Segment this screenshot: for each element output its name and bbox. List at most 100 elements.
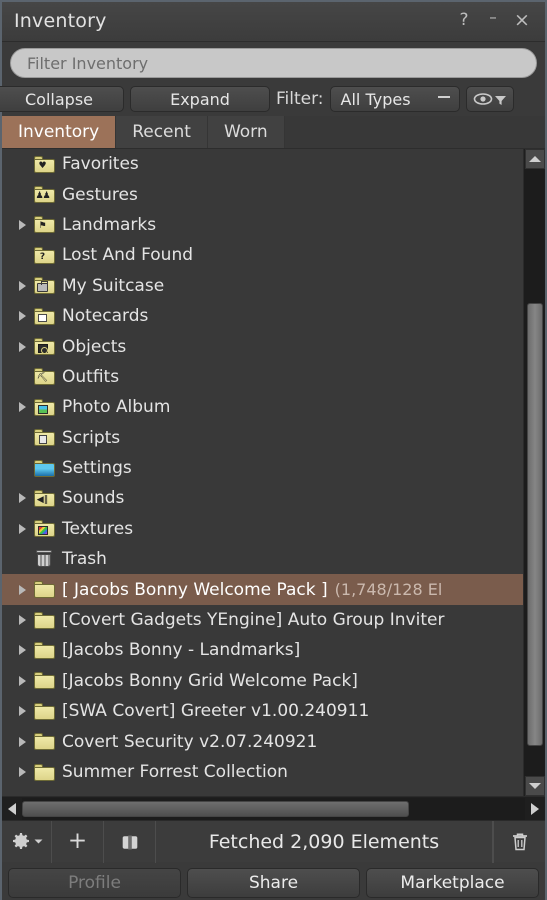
folder-favorites-icon: ♥ bbox=[34, 155, 55, 173]
folder-settings-icon bbox=[34, 459, 55, 477]
vertical-scroll-track[interactable] bbox=[523, 169, 545, 776]
expand-arrow-icon[interactable] bbox=[12, 736, 32, 747]
expand-arrow-icon[interactable] bbox=[12, 311, 32, 322]
scroll-right-button[interactable] bbox=[525, 798, 545, 820]
inventory-row[interactable]: [ Jacobs Bonny Welcome Pack ] (1,748/128 … bbox=[2, 574, 523, 605]
inventory-row[interactable]: Textures bbox=[2, 514, 523, 544]
inventory-row[interactable]: Scripts bbox=[2, 423, 523, 453]
help-icon[interactable]: ? bbox=[451, 7, 477, 33]
inventory-row[interactable]: Objects bbox=[2, 331, 523, 361]
eye-icon bbox=[473, 92, 493, 106]
script-glyph bbox=[37, 435, 48, 445]
folder-icon bbox=[34, 763, 55, 781]
filter-type-select[interactable]: All Types bbox=[329, 86, 460, 112]
folder-objects-icon bbox=[34, 338, 55, 356]
inventory-row[interactable]: Settings bbox=[2, 453, 523, 483]
horizontal-scrollbar[interactable] bbox=[2, 796, 545, 820]
folder-icon bbox=[34, 581, 55, 599]
inventory-row[interactable]: [Jacobs Bonny - Landmarks] bbox=[2, 635, 523, 665]
close-icon[interactable]: × bbox=[509, 7, 535, 33]
plus-icon: + bbox=[67, 828, 88, 854]
expand-arrow-icon[interactable] bbox=[12, 615, 32, 626]
expand-arrow-icon[interactable] bbox=[12, 767, 32, 777]
inventory-row[interactable]: [Jacobs Bonny Grid Welcome Pack] bbox=[2, 666, 523, 696]
expand-arrow-icon[interactable] bbox=[12, 402, 32, 413]
expand-arrow-icon[interactable] bbox=[12, 493, 32, 504]
vertical-scroll-thumb[interactable] bbox=[526, 302, 543, 746]
profile-button[interactable]: Profile bbox=[8, 868, 181, 898]
title-bar: Inventory ? – × bbox=[2, 2, 545, 42]
options-menu-button[interactable] bbox=[2, 820, 52, 863]
status-bar: + Fetched 2,090 Elements bbox=[2, 820, 545, 863]
folder-icon bbox=[34, 672, 55, 690]
marketplace-button[interactable]: Marketplace bbox=[366, 868, 539, 898]
delete-button[interactable] bbox=[493, 820, 545, 863]
search-row bbox=[2, 42, 545, 82]
inventory-row[interactable]: Photo Album bbox=[2, 392, 523, 422]
minimize-icon[interactable]: – bbox=[480, 7, 506, 33]
scroll-down-button[interactable] bbox=[524, 776, 545, 796]
share-button[interactable]: Share bbox=[187, 868, 360, 898]
inventory-row-label: Lost And Found bbox=[62, 245, 194, 266]
inventory-row[interactable]: Covert Security v2.07.240921 bbox=[2, 726, 523, 756]
inventory-row-label: Photo Album bbox=[62, 397, 171, 418]
expand-arrow-icon[interactable] bbox=[12, 645, 32, 656]
inventory-list-area: ♥ Favorites ♟♟ Gestures ⚑ Landmarks? Lost And … bbox=[2, 148, 545, 796]
expand-arrow-icon[interactable] bbox=[12, 280, 32, 291]
vertical-scrollbar[interactable] bbox=[523, 149, 545, 796]
expand-arrow-icon[interactable] bbox=[12, 523, 32, 534]
expand-arrow-icon[interactable] bbox=[12, 341, 32, 352]
inventory-row[interactable]: ♟♟ Gestures bbox=[2, 179, 523, 209]
horizontal-scroll-track[interactable] bbox=[22, 797, 525, 820]
inventory-row-label: Outfits bbox=[62, 366, 120, 387]
inventory-row[interactable]: ⚑ Landmarks bbox=[2, 210, 523, 240]
funnel-icon bbox=[494, 93, 507, 106]
trash-can-icon bbox=[34, 550, 55, 568]
inventory-row[interactable]: ◀‖ Sounds bbox=[2, 483, 523, 513]
collapse-button[interactable]: Collapse bbox=[0, 86, 124, 112]
add-item-button[interactable]: + bbox=[52, 820, 104, 863]
expand-arrow-icon[interactable] bbox=[12, 584, 32, 595]
folder-landmarks-icon: ⚑ bbox=[34, 216, 55, 234]
inventory-row[interactable]: ? Lost And Found bbox=[2, 240, 523, 270]
inventory-row[interactable]: ⛏ Outfits bbox=[2, 362, 523, 392]
expand-arrow-icon[interactable] bbox=[12, 675, 32, 686]
tab-bar: Inventory Recent Worn bbox=[2, 116, 545, 148]
inventory-row[interactable]: My Suitcase bbox=[2, 271, 523, 301]
inventory-row[interactable]: Notecards bbox=[2, 301, 523, 331]
search-input[interactable] bbox=[10, 48, 537, 78]
tab-inventory[interactable]: Inventory bbox=[2, 116, 117, 148]
inventory-row-label: Notecards bbox=[62, 306, 149, 327]
chevron-down-icon bbox=[437, 95, 451, 103]
folder-icon bbox=[34, 641, 55, 659]
inventory-row-label: My Suitcase bbox=[62, 275, 165, 296]
suitcase-button[interactable] bbox=[104, 820, 156, 863]
gear-icon bbox=[11, 832, 31, 852]
inventory-row[interactable]: [SWA Covert] Greeter v1.00.240911 bbox=[2, 696, 523, 726]
folder-gestures-icon: ♟♟ bbox=[34, 186, 55, 204]
toolbar: Collapse Expand Filter: All Types bbox=[0, 82, 545, 116]
photo-glyph bbox=[37, 404, 48, 414]
tab-worn[interactable]: Worn bbox=[207, 116, 285, 148]
inventory-row-label: Settings bbox=[62, 458, 132, 479]
inventory-row[interactable]: [Covert Gadgets YEngine] Auto Group Invi… bbox=[2, 605, 523, 635]
expand-arrow-icon[interactable] bbox=[12, 219, 32, 230]
tab-recent[interactable]: Recent bbox=[116, 116, 208, 148]
inventory-row-label: [ Jacobs Bonny Welcome Pack ] bbox=[62, 579, 328, 600]
inventory-list[interactable]: ♥ Favorites ♟♟ Gestures ⚑ Landmarks? Lost And … bbox=[2, 149, 523, 796]
inventory-row[interactable]: ♥ Favorites bbox=[2, 149, 523, 179]
horizontal-scroll-thumb[interactable] bbox=[22, 800, 410, 817]
folder-icon bbox=[34, 702, 55, 720]
inventory-row[interactable]: Summer Forrest Collection bbox=[2, 757, 523, 787]
scroll-left-button[interactable] bbox=[2, 798, 22, 820]
landmark-glyph: ⚑ bbox=[38, 221, 47, 232]
object-glyph bbox=[37, 344, 48, 355]
texture-glyph bbox=[37, 526, 48, 536]
question-glyph: ? bbox=[39, 251, 46, 262]
inventory-row-label: [Covert Gadgets YEngine] Auto Group Invi… bbox=[62, 610, 445, 631]
filter-visibility-button[interactable] bbox=[465, 86, 514, 112]
expand-button[interactable]: Expand bbox=[130, 86, 270, 112]
scroll-up-button[interactable] bbox=[524, 149, 545, 169]
expand-arrow-icon[interactable] bbox=[12, 706, 32, 717]
inventory-row[interactable]: Trash bbox=[2, 544, 523, 574]
